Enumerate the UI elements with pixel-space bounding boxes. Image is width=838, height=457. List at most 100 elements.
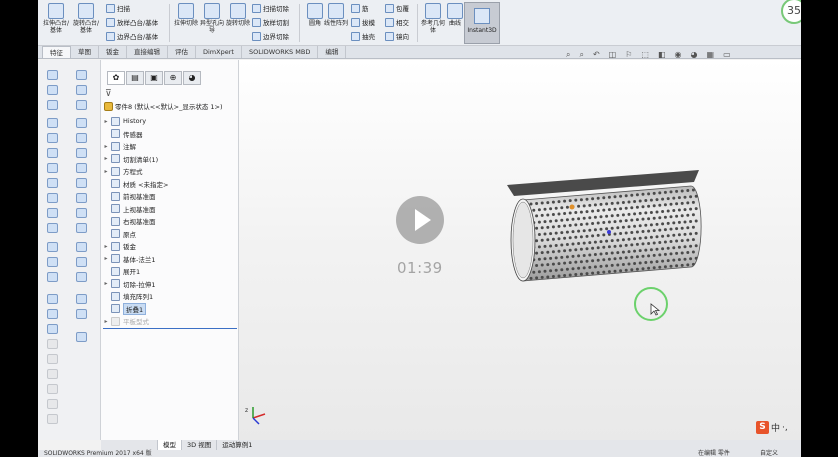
tab-sketch[interactable]: 草图 bbox=[71, 46, 99, 58]
feature-manager-icon[interactable]: ✿ bbox=[107, 71, 125, 85]
tab-sheet-metal[interactable]: 钣金 bbox=[99, 46, 127, 58]
tab-dimxpert[interactable]: DimXpert bbox=[196, 46, 242, 58]
tree-item[interactable]: ▸ 基体-法兰1 bbox=[101, 253, 155, 265]
lofted-cut-button[interactable]: 放样切割 bbox=[252, 16, 289, 28]
welded-corner-icon[interactable] bbox=[47, 163, 58, 173]
tree-item[interactable]: 上视基准面 bbox=[101, 203, 156, 215]
tree-item[interactable]: ▸ 方程式 bbox=[101, 165, 143, 177]
view-orientation-icon[interactable] bbox=[76, 332, 87, 342]
section-view-icon[interactable]: ◫ bbox=[609, 50, 617, 60]
corners-icon[interactable] bbox=[47, 148, 58, 158]
hem-icon[interactable] bbox=[47, 118, 58, 128]
edit-appearance-icon[interactable]: ◕ bbox=[691, 50, 698, 60]
tree-item[interactable]: 原点 bbox=[101, 228, 136, 240]
tree-item[interactable]: 填充阵列1 bbox=[101, 290, 153, 302]
sheet-metal-icon[interactable] bbox=[47, 70, 58, 80]
section-view-icon[interactable] bbox=[47, 324, 58, 334]
sweep-button[interactable]: 扫描 bbox=[106, 2, 130, 14]
rollback-bar[interactable] bbox=[103, 328, 237, 329]
tab-slot-icon[interactable] bbox=[76, 178, 87, 188]
boundary-boss-button[interactable]: 边界凸台/基体 bbox=[106, 30, 158, 42]
tab-motion-study[interactable]: 运动算例1 bbox=[216, 440, 257, 450]
hole-wizard-button[interactable]: 异型孔向导 bbox=[198, 3, 226, 34]
tree-item[interactable]: ▸ 钣金 bbox=[101, 240, 136, 252]
cut-list-icon[interactable] bbox=[47, 309, 58, 319]
display-style-icon[interactable] bbox=[76, 309, 87, 319]
thicken-icon[interactable] bbox=[76, 294, 87, 304]
zoom-to-fit-icon[interactable]: ⌕ bbox=[566, 50, 570, 60]
mirror-button[interactable]: 镜向 bbox=[385, 30, 409, 42]
view-orientation-icon[interactable]: ⬚ bbox=[641, 50, 649, 60]
shell-button[interactable]: 抽壳 bbox=[351, 30, 375, 42]
vent-icon[interactable] bbox=[47, 208, 58, 218]
draft-button[interactable]: 拔模 bbox=[351, 16, 375, 28]
expand-arrow-icon[interactable]: ▸ bbox=[101, 118, 111, 125]
cross-break-icon[interactable] bbox=[76, 133, 87, 143]
tree-item[interactable]: 展开1 bbox=[101, 265, 140, 277]
break-corner-icon[interactable] bbox=[76, 163, 87, 173]
no-bends-icon[interactable] bbox=[47, 242, 58, 252]
closed-corner-icon[interactable] bbox=[76, 148, 87, 158]
tab-direct-editing[interactable]: 直接编辑 bbox=[127, 46, 168, 58]
ime-indicator[interactable]: S 中 ·, bbox=[756, 421, 788, 434]
sketched-bend-icon[interactable] bbox=[47, 133, 58, 143]
configuration-manager-icon[interactable]: ▣ bbox=[145, 71, 163, 85]
display-style-icon[interactable]: ◧ bbox=[658, 50, 666, 60]
expand-arrow-icon[interactable]: ▸ bbox=[101, 155, 111, 162]
extrude-boss-button[interactable]: 拉伸凸台/基体 bbox=[42, 3, 70, 34]
forming-tool-icon[interactable] bbox=[47, 178, 58, 188]
tree-item[interactable]: 传感器 bbox=[101, 128, 143, 140]
tree-item[interactable]: 折叠1 bbox=[101, 302, 147, 315]
play-button[interactable] bbox=[396, 196, 444, 244]
instant3d-button[interactable]: Instant3D bbox=[464, 2, 500, 44]
tree-item[interactable]: ▸ 平板型式 bbox=[101, 315, 149, 327]
linear-pattern-button[interactable]: 线性阵列 bbox=[322, 3, 350, 27]
expand-arrow-icon[interactable]: ▸ bbox=[101, 168, 111, 175]
dynamic-annotation-icon[interactable]: ⚐ bbox=[625, 50, 632, 60]
lofted-bend-icon[interactable] bbox=[76, 85, 87, 95]
previous-view-icon[interactable]: ↶ bbox=[593, 50, 600, 60]
scene-icon[interactable]: ▦ bbox=[707, 50, 715, 60]
zoom-area-icon[interactable]: ⌕ bbox=[579, 50, 583, 60]
mirror-body-icon[interactable] bbox=[76, 272, 87, 282]
solid-bodies-icon[interactable] bbox=[47, 294, 58, 304]
tree-item[interactable]: ▸ 切割清单(1) bbox=[101, 153, 158, 165]
jog-icon[interactable] bbox=[76, 118, 87, 128]
normal-cut-icon[interactable] bbox=[47, 272, 58, 282]
loft-boss-button[interactable]: 放样凸台/基体 bbox=[106, 16, 158, 28]
convert-to-sheet-metal-icon[interactable] bbox=[47, 85, 58, 95]
hide-show-icon[interactable]: ◉ bbox=[675, 50, 682, 60]
property-manager-icon[interactable]: ▤ bbox=[126, 71, 144, 85]
expand-arrow-icon[interactable]: ▸ bbox=[101, 143, 111, 150]
tree-item[interactable]: 材质 <未指定> bbox=[101, 178, 168, 190]
boundary-cut-button[interactable]: 边界切除 bbox=[252, 30, 289, 42]
tree-item[interactable]: ▸ 切除-拉伸1 bbox=[101, 278, 155, 290]
edge-flange-icon[interactable] bbox=[47, 100, 58, 110]
expand-arrow-icon[interactable]: ▸ bbox=[101, 318, 111, 325]
status-custom[interactable]: 自定义 bbox=[760, 450, 778, 457]
tree-filter-icon[interactable]: ⊽ bbox=[105, 89, 112, 99]
expand-arrow-icon[interactable]: ▸ bbox=[101, 280, 111, 287]
intersect-button[interactable]: 相交 bbox=[385, 16, 409, 28]
expand-arrow-icon[interactable]: ▸ bbox=[101, 243, 111, 250]
display-manager-icon[interactable]: ◕ bbox=[183, 71, 201, 85]
view-settings-icon[interactable]: ▭ bbox=[723, 50, 731, 60]
wrap-button[interactable]: 包覆 bbox=[385, 2, 409, 14]
tab-3d-view[interactable]: 3D 视图 bbox=[181, 440, 216, 450]
miter-flange-icon[interactable] bbox=[76, 100, 87, 110]
graphics-area[interactable]: ⌕ ⌕ ↶ ◫ ⚐ ⬚ ◧ ◉ ◕ ▦ ▭ z bbox=[239, 50, 801, 440]
insert-bends-icon[interactable] bbox=[76, 242, 87, 252]
rib-button[interactable]: 筋 bbox=[351, 2, 369, 14]
dimxpert-manager-icon[interactable]: ⊕ bbox=[164, 71, 182, 85]
tab-solidworks-mbd[interactable]: SOLIDWORKS MBD bbox=[242, 46, 319, 58]
tree-item[interactable]: 右视基准面 bbox=[101, 215, 156, 227]
tab-features[interactable]: 特征 bbox=[42, 46, 71, 58]
tab-edit[interactable]: 编辑 bbox=[318, 46, 347, 58]
base-flange-icon[interactable] bbox=[76, 70, 87, 80]
expand-arrow-icon[interactable]: ▸ bbox=[101, 255, 111, 262]
tree-item[interactable]: ▸ 注解 bbox=[101, 140, 136, 152]
tab-model[interactable]: 模型 bbox=[157, 440, 181, 450]
flatten-icon[interactable] bbox=[76, 223, 87, 233]
gusset-icon[interactable] bbox=[76, 257, 87, 267]
extruded-cut-icon[interactable] bbox=[47, 193, 58, 203]
